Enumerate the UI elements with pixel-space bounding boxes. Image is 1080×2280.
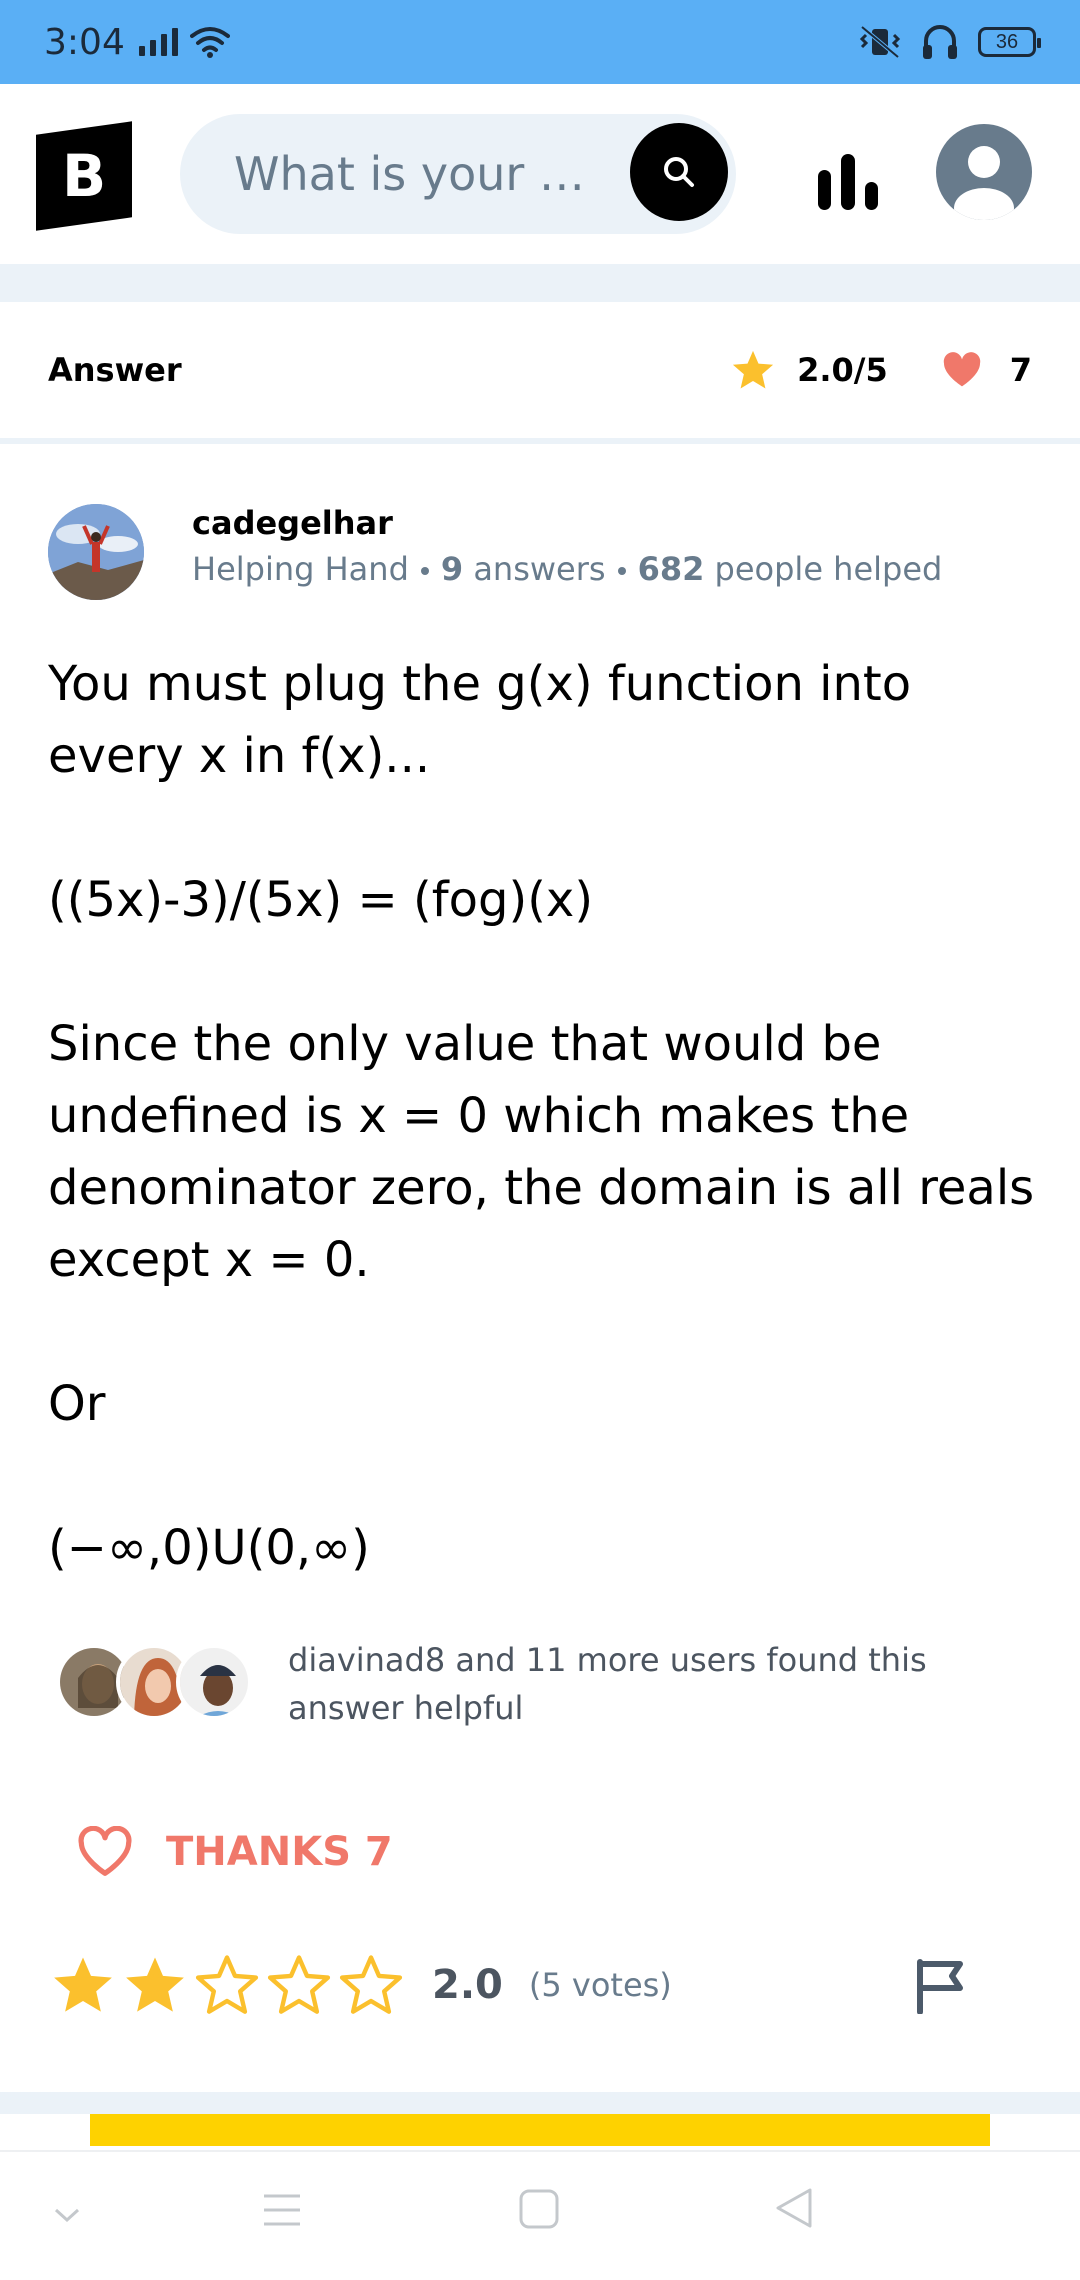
headphones-icon — [923, 25, 957, 59]
author-block: cadegelhar Helping Hand 9 answers 682 peop… — [48, 504, 1038, 604]
vibrate-icon — [859, 25, 901, 59]
answers-label: answers — [473, 550, 606, 588]
heart-icon — [943, 352, 980, 387]
author-meta: Helping Hand 9 answers 682 people helped — [192, 550, 942, 588]
answer-paragraph: Since the only value that would be undef… — [48, 1016, 1035, 1288]
battery-level: 36 — [995, 30, 1019, 53]
brainly-logo[interactable]: B — [36, 121, 132, 231]
nav-menu-icon[interactable] — [262, 2192, 302, 2228]
logo-letter: B — [61, 142, 107, 210]
profile-icon[interactable] — [936, 124, 1032, 220]
app-header: B What is your qu... — [0, 84, 1080, 264]
nav-down-icon[interactable] — [52, 2204, 82, 2226]
answer-paragraph: (−∞,0)U(0,∞) — [48, 1520, 370, 1576]
author-name[interactable]: cadegelhar — [192, 504, 393, 542]
battery-icon: 36 — [978, 27, 1041, 57]
rating-stars[interactable] — [50, 1953, 404, 2017]
helped-count: 682 — [637, 550, 705, 588]
answer-title: Answer — [48, 351, 182, 389]
helpful-text: diavinad8 and 11 more users found this a… — [288, 1641, 927, 1727]
thanks-count: 7 — [1009, 351, 1032, 389]
thanks-label: THANKS 7 — [166, 1829, 393, 1875]
author-rank: Helping Hand — [192, 550, 409, 588]
avatar[interactable] — [48, 504, 144, 600]
star-filled-icon[interactable] — [122, 1953, 188, 2017]
stats-icon[interactable] — [818, 154, 878, 210]
answer-rating: 2.0/5 — [797, 351, 888, 389]
rating-row: 2.0 (5 votes) — [50, 1950, 1030, 2020]
star-empty-icon[interactable] — [338, 1953, 404, 2017]
star-empty-icon[interactable] — [194, 1953, 260, 2017]
answer-paragraph: Or — [48, 1376, 106, 1432]
search-icon — [664, 157, 694, 187]
star-empty-icon[interactable] — [266, 1953, 332, 2017]
avatar — [176, 1644, 252, 1720]
flag-icon[interactable] — [914, 1958, 966, 2014]
answer-header: Answer 2.0/5 7 — [0, 302, 1080, 444]
cta-banner[interactable] — [90, 2114, 990, 2146]
star-filled-icon[interactable] — [50, 1953, 116, 2017]
system-nav-bar — [0, 2150, 1080, 2280]
answer-paragraph: You must plug the g(x) function into eve… — [48, 656, 912, 784]
answers-count: 9 — [440, 550, 464, 588]
separator-dot — [420, 567, 429, 575]
heart-outline-icon — [78, 1826, 132, 1876]
wifi-icon — [189, 27, 230, 58]
separator-dot — [617, 567, 626, 575]
rating-votes: (5 votes) — [528, 1966, 672, 2004]
section-divider — [0, 2092, 1080, 2114]
search-input[interactable]: What is your qu... — [180, 114, 736, 234]
answer-paragraph: ((5x)-3)/(5x) = (fog)(x) — [48, 872, 594, 928]
answer-body: You must plug the g(x) function into eve… — [48, 648, 1038, 1656]
status-time: 3:04 — [44, 21, 125, 63]
thanks-button[interactable]: THANKS 7 — [76, 1826, 393, 1878]
signal-icon — [138, 28, 178, 56]
nav-back-icon[interactable] — [774, 2186, 814, 2230]
star-icon — [733, 350, 774, 389]
status-bar: 3:04 36 — [0, 0, 1080, 84]
search-button[interactable] — [630, 123, 728, 221]
helped-label: people helped — [714, 550, 943, 588]
section-divider — [0, 264, 1080, 302]
helpful-users[interactable]: diavinad8 and 11 more users found this a… — [56, 1636, 1036, 1736]
rating-value: 2.0 — [432, 1962, 503, 2008]
nav-home-icon[interactable] — [518, 2188, 560, 2230]
search-placeholder: What is your qu... — [234, 147, 594, 201]
